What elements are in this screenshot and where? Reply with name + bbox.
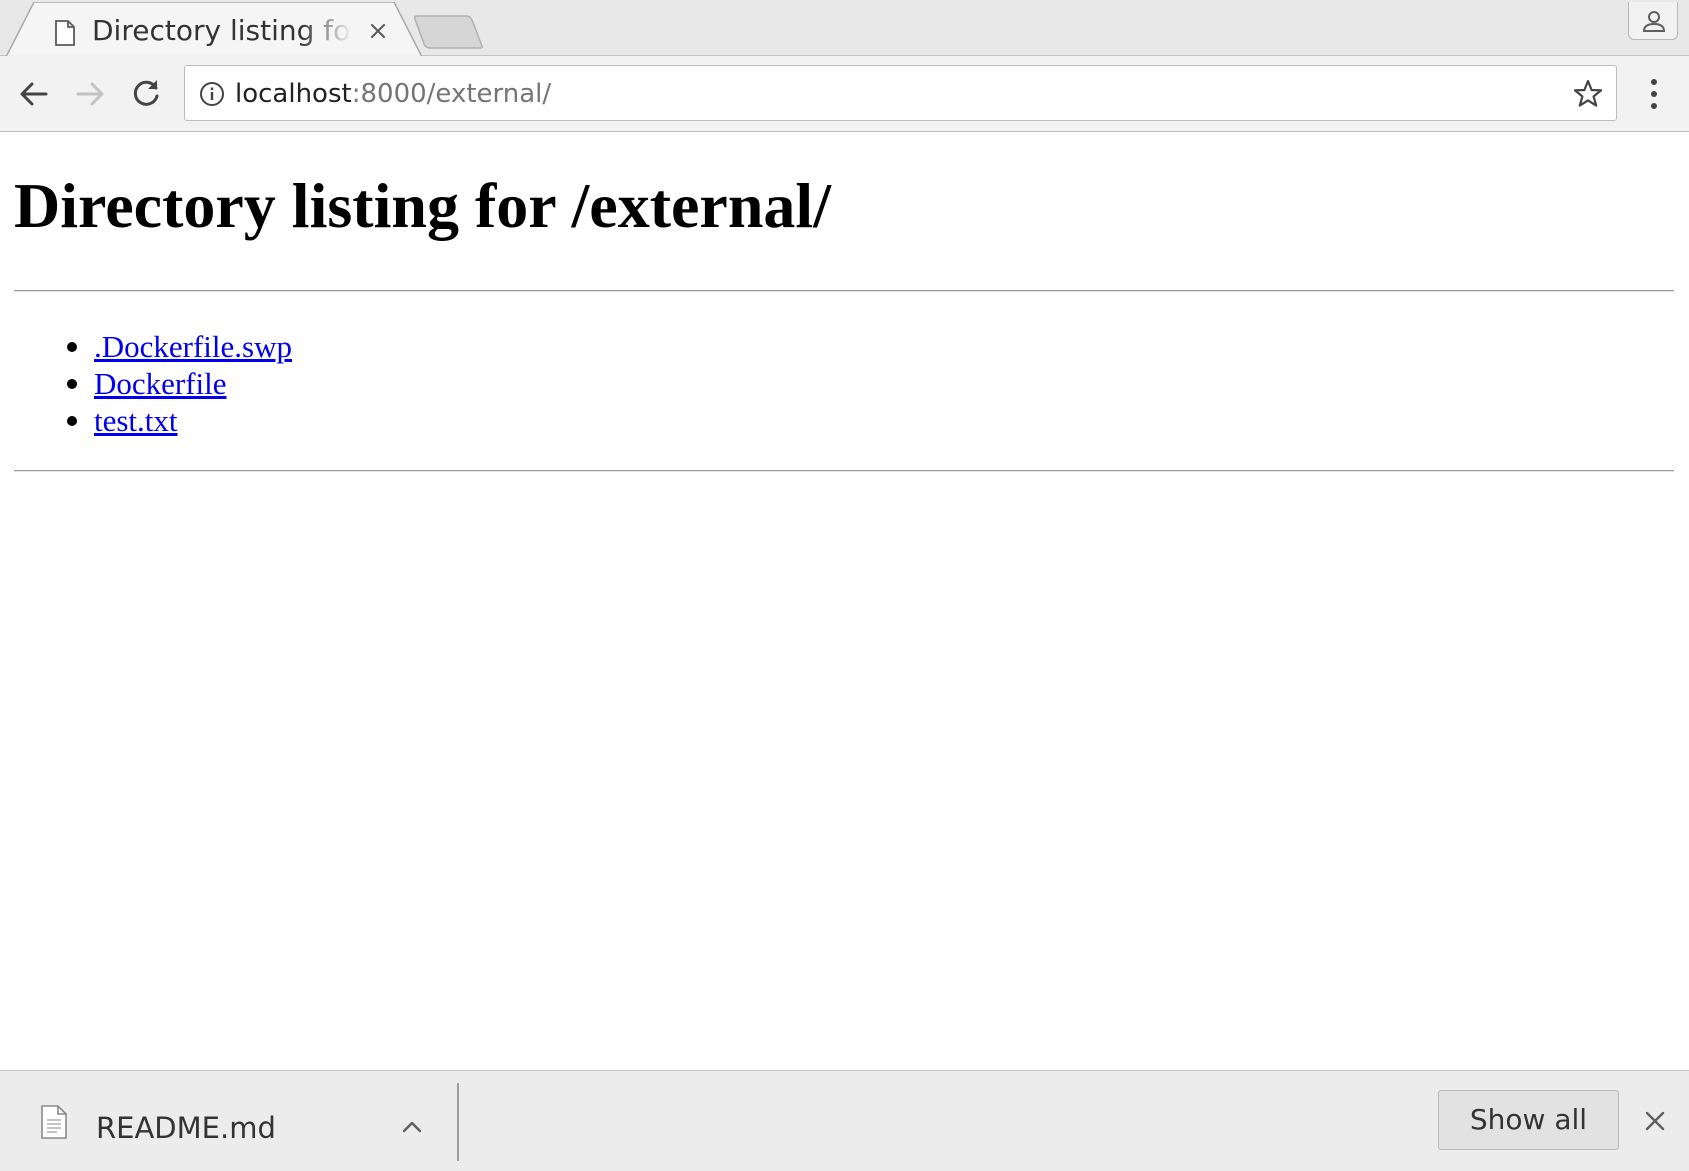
person-icon[interactable] <box>1628 2 1678 40</box>
download-filename: README.md <box>96 1111 276 1145</box>
info-icon[interactable] <box>199 81 225 107</box>
browser-toolbar: localhost:8000/external/ <box>0 56 1689 132</box>
list-item: test.txt <box>62 402 292 439</box>
list-item: Dockerfile <box>62 365 292 402</box>
show-all-button[interactable]: Show all <box>1438 1090 1619 1150</box>
document-icon <box>40 1105 68 1139</box>
bullet <box>67 342 77 352</box>
close-icon[interactable] <box>1640 1106 1670 1136</box>
url-path: :8000/external/ <box>351 79 552 109</box>
download-shelf: README.md Show all <box>0 1070 1689 1171</box>
url-host: localhost <box>235 79 352 109</box>
new-tab-icon[interactable] <box>413 14 486 50</box>
download-item[interactable]: README.md <box>0 1071 458 1171</box>
divider <box>14 470 1674 472</box>
vertical-dots-icon[interactable] <box>1638 74 1670 114</box>
address-bar[interactable]: localhost:8000/external/ <box>184 65 1617 121</box>
close-icon[interactable] <box>366 19 390 43</box>
tab-title: Directory listing for /external/ <box>92 14 352 47</box>
divider <box>14 290 1674 292</box>
page-content: Directory listing for /external/ .Docker… <box>0 132 1689 1070</box>
document-icon <box>54 20 76 46</box>
file-list: .Dockerfile.swp Dockerfile test.txt <box>62 328 292 439</box>
chevron-up-icon[interactable] <box>398 1113 426 1141</box>
page-title: Directory listing for /external/ <box>14 170 831 241</box>
browser-tab[interactable]: Directory listing for /external/ <box>6 2 422 57</box>
file-link[interactable]: test.txt <box>94 403 178 438</box>
file-link[interactable]: Dockerfile <box>94 366 227 401</box>
reload-icon[interactable] <box>128 76 164 112</box>
tab-strip: Directory listing for /external/ <box>0 0 1689 57</box>
shelf-divider <box>457 1083 459 1161</box>
arrow-right-icon[interactable] <box>72 76 108 112</box>
bullet <box>67 416 77 426</box>
file-link[interactable]: .Dockerfile.swp <box>94 329 292 364</box>
arrow-left-icon[interactable] <box>16 76 52 112</box>
star-outline-icon[interactable] <box>1572 78 1604 110</box>
bullet <box>67 379 77 389</box>
url-text[interactable]: localhost:8000/external/ <box>235 79 551 109</box>
list-item: .Dockerfile.swp <box>62 328 292 365</box>
